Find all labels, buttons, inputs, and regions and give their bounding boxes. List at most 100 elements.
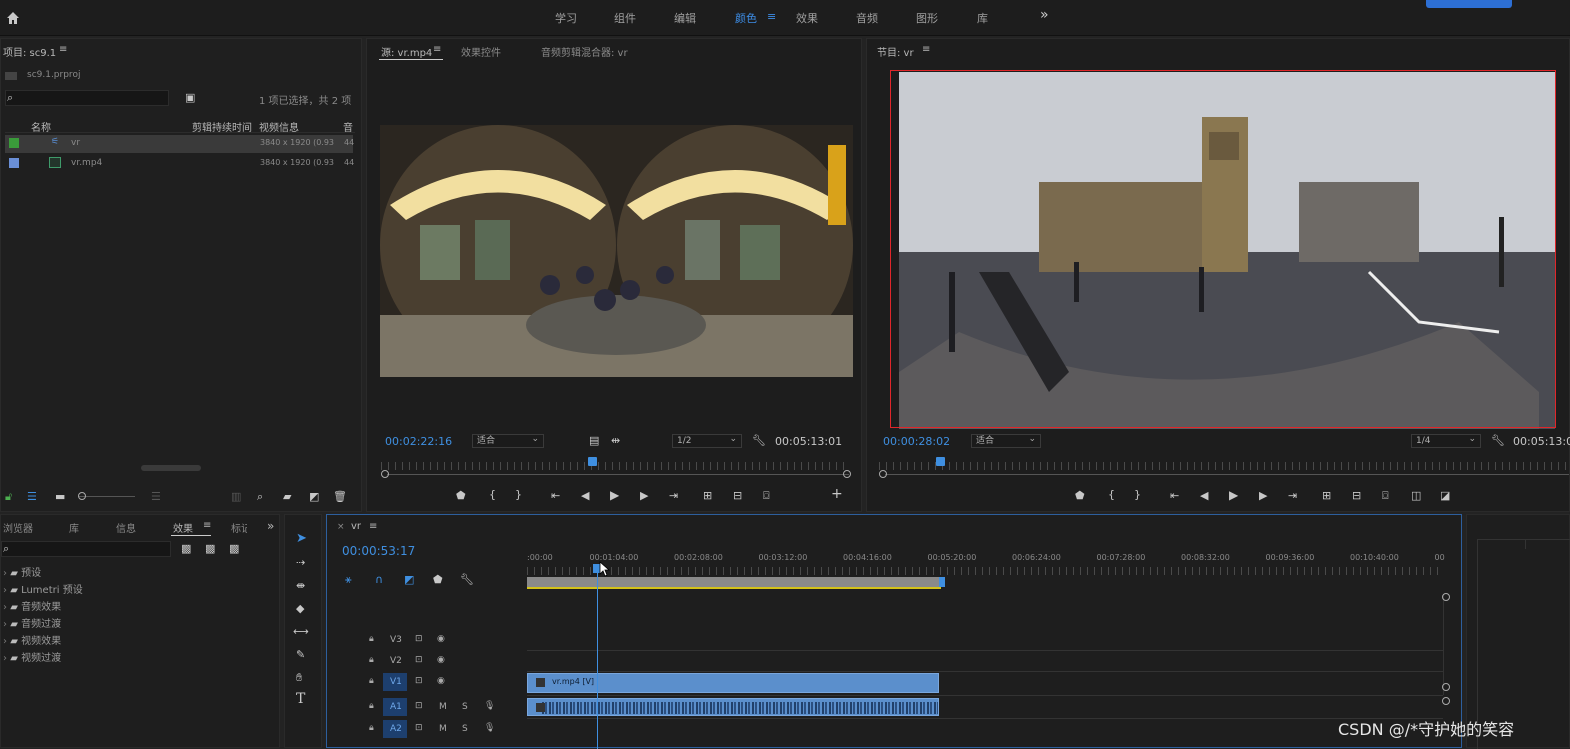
- workspace-effects[interactable]: 效果: [796, 10, 818, 26]
- safe-margins-icon[interactable]: ▤: [589, 435, 599, 447]
- list-view-icon[interactable]: ☰: [27, 491, 37, 503]
- close-sequence-icon[interactable]: ×: [337, 522, 345, 532]
- lock-icon[interactable]: 🔒︎: [369, 634, 374, 644]
- export-frame-icon[interactable]: ⌼: [1382, 490, 1389, 502]
- pen-tool-icon[interactable]: ✎: [296, 649, 305, 661]
- sync-lock-icon[interactable]: ⊡: [415, 723, 423, 733]
- compare-view-icon[interactable]: ◫: [1411, 490, 1421, 502]
- eye-icon[interactable]: ◉: [437, 655, 445, 665]
- workspace-assembly[interactable]: 组件: [614, 10, 636, 26]
- tree-item-video-transitions[interactable]: › ▰ 视频过渡: [3, 649, 61, 664]
- mark-out-icon[interactable]: }: [1134, 489, 1141, 501]
- timeline-playhead-line[interactable]: [597, 567, 598, 749]
- scroll-handle-audio[interactable]: [1442, 697, 1450, 705]
- program-playhead[interactable]: [936, 457, 945, 466]
- col-audio[interactable]: 音: [343, 119, 353, 134]
- more-tabs-icon[interactable]: »: [267, 519, 274, 533]
- list-item[interactable]: ⚟ vr 3840 x 1920 (0.93 44: [5, 135, 354, 153]
- workspace-menu-icon[interactable]: ≡: [767, 10, 776, 23]
- step-forward-icon[interactable]: ▶︎: [640, 490, 648, 502]
- program-menu-icon[interactable]: ≡: [922, 44, 930, 55]
- tree-item-presets[interactable]: › ▰ 预设: [3, 564, 41, 579]
- vertical-scrollbar[interactable]: [1443, 595, 1452, 695]
- extract-icon[interactable]: ⊟: [1352, 490, 1361, 502]
- sync-lock-icon[interactable]: ⊡: [415, 676, 423, 686]
- program-resolution-dropdown[interactable]: 1/4: [1411, 433, 1481, 448]
- project-scrollbar[interactable]: [141, 465, 201, 471]
- tab-audio-mixer[interactable]: 音频剪辑混合器: vr: [541, 44, 628, 59]
- overwrite-icon[interactable]: ⊟: [733, 490, 742, 502]
- add-marker-icon[interactable]: ⬟: [456, 490, 466, 502]
- project-menu-icon[interactable]: ≡: [59, 44, 67, 55]
- program-time-ruler[interactable]: [879, 462, 1569, 470]
- mark-out-icon[interactable]: }: [515, 489, 522, 501]
- home-icon[interactable]: [6, 11, 20, 25]
- play-icon[interactable]: ▶︎: [1229, 489, 1238, 501]
- col-duration[interactable]: 剪辑持续时间: [192, 119, 252, 134]
- tree-item-video-effects[interactable]: › ▰ 视频效果: [3, 632, 61, 647]
- hand-tool-icon[interactable]: ✋︎: [296, 672, 302, 684]
- source-time-ruler[interactable]: [381, 462, 847, 470]
- account-badge[interactable]: [1426, 0, 1512, 8]
- project-search-input[interactable]: [5, 90, 169, 106]
- step-back-icon[interactable]: ◀︎: [581, 490, 589, 502]
- tab-libraries[interactable]: 库: [69, 520, 79, 535]
- source-resolution-dropdown[interactable]: 1/2: [672, 433, 742, 448]
- tab-effect-controls[interactable]: 效果控件: [461, 44, 501, 59]
- program-fit-dropdown[interactable]: 适合: [971, 433, 1041, 448]
- type-tool-icon[interactable]: T: [296, 692, 305, 706]
- workspace-libraries[interactable]: 库: [977, 10, 988, 26]
- drag-video-icon[interactable]: ⇹: [611, 435, 620, 447]
- slip-tool-icon[interactable]: ⟷: [293, 626, 309, 638]
- timeline-timecode[interactable]: 00:00:53:17: [342, 544, 415, 558]
- workspace-editing[interactable]: 编辑: [674, 10, 696, 26]
- sequence-menu-icon[interactable]: ≡: [369, 521, 377, 532]
- go-to-in-icon[interactable]: ⇤: [1170, 490, 1179, 502]
- program-zoom-bar[interactable]: [885, 474, 1569, 475]
- tree-item-audio-effects[interactable]: › ▰ 音频效果: [3, 598, 61, 613]
- automate-icon[interactable]: ▥: [231, 491, 241, 503]
- sync-lock-icon[interactable]: ⊡: [415, 634, 423, 644]
- scroll-handle-top[interactable]: [1442, 593, 1450, 601]
- go-to-in-icon[interactable]: ⇤: [551, 490, 560, 502]
- sort-icon[interactable]: ☰: [151, 491, 161, 503]
- tab-media-browser[interactable]: 浏览器: [3, 520, 33, 535]
- solo-button[interactable]: S: [462, 702, 468, 712]
- play-icon[interactable]: ▶︎: [610, 489, 619, 501]
- program-playhead-timecode[interactable]: 00:00:28:02: [883, 435, 950, 448]
- step-forward-icon[interactable]: ▶︎: [1259, 490, 1267, 502]
- 32bit-effects-icon[interactable]: ▩: [205, 543, 215, 555]
- new-search-bin-icon[interactable]: ▣: [185, 92, 195, 104]
- source-zoom-end[interactable]: [843, 470, 851, 478]
- effects-menu-icon[interactable]: ≡: [203, 520, 211, 531]
- icon-view-icon[interactable]: ▬: [55, 491, 65, 503]
- source-fit-dropdown[interactable]: 适合: [472, 433, 544, 448]
- accelerated-effects-icon[interactable]: ▩: [181, 543, 191, 555]
- vr-video-icon[interactable]: ◪: [1440, 490, 1450, 502]
- workspace-learn[interactable]: 学习: [555, 10, 577, 26]
- settings-wrench-icon[interactable]: 🔧︎: [752, 435, 766, 447]
- zoom-slider[interactable]: [79, 496, 135, 497]
- mark-in-icon[interactable]: {: [1108, 489, 1115, 501]
- work-area-bar[interactable]: [527, 577, 941, 587]
- snap-icon[interactable]: ∩: [375, 574, 383, 586]
- eye-icon[interactable]: ◉: [437, 634, 445, 644]
- lock-icon[interactable]: 🔒︎: [369, 676, 374, 686]
- list-item[interactable]: vr.mp4 3840 x 1920 (0.93 44: [5, 155, 354, 173]
- mark-in-icon[interactable]: {: [489, 489, 496, 501]
- delete-icon[interactable]: 🗑︎: [333, 491, 347, 503]
- new-item-icon[interactable]: ◩: [309, 491, 319, 503]
- col-video-info[interactable]: 视频信息: [259, 119, 299, 134]
- lock-icon[interactable]: 🔓︎: [5, 491, 12, 503]
- new-bin-icon[interactable]: ▰: [283, 491, 291, 503]
- tab-effects[interactable]: 效果: [173, 520, 193, 535]
- nest-toggle-icon[interactable]: ⚹: [345, 574, 352, 586]
- workspace-graphics[interactable]: 图形: [916, 10, 938, 26]
- col-name[interactable]: 名称: [31, 119, 51, 134]
- ripple-edit-tool-icon[interactable]: ⇼: [296, 580, 305, 592]
- find-icon[interactable]: ⌕: [257, 491, 263, 503]
- work-area-end-handle[interactable]: [939, 577, 945, 587]
- more-workspaces-button[interactable]: »: [1040, 7, 1049, 23]
- tab-source[interactable]: 源: vr.mp4: [381, 44, 432, 59]
- source-zoom-bar[interactable]: [387, 474, 849, 475]
